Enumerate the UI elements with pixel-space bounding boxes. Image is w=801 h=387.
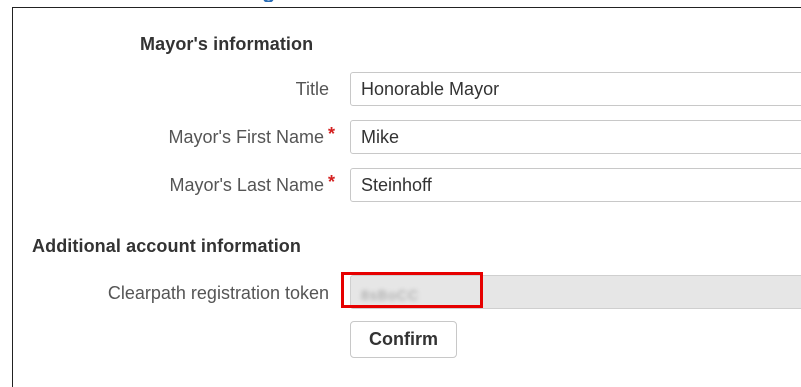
required-marker: * [327,172,335,192]
required-marker: * [327,124,335,144]
title-input[interactable] [350,72,801,106]
first-name-input[interactable] [350,120,801,154]
first-name-label-text: Mayor's First Name [168,127,324,147]
mayor-section-title: Mayor's information [140,34,314,54]
token-label: Clearpath registration token [108,283,329,304]
highlight-annotation-box [341,272,483,308]
first-name-label: Mayor's First Name * [168,124,335,148]
token-label-text: Clearpath registration token [107,283,329,303]
confirm-button[interactable]: Confirm [350,321,457,358]
last-name-label-text: Mayor's Last Name [169,175,324,195]
account-section-title: Additional account information [32,236,301,256]
title-label: Title [296,79,329,100]
title-label-text: Title [295,79,329,99]
last-name-label: Mayor's Last Name * [169,172,335,196]
page-heading-text: g [262,0,302,2]
page-heading-clipped: g [262,0,302,2]
last-name-input[interactable] [350,168,801,202]
